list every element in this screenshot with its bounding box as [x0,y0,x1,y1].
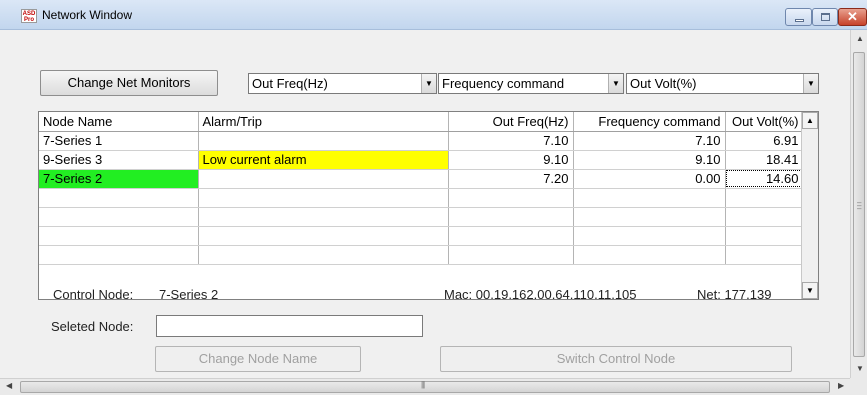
table-header-row: Node Name Alarm/Trip Out Freq(Hz) Freque… [39,112,804,132]
client-area: Change Net Monitors Out Freq(Hz) ▼ Frequ… [8,30,850,378]
close-button[interactable]: ✕ [838,8,867,26]
empty-cell[interactable] [39,188,199,208]
grip-icon: ||| [421,380,425,389]
chevron-down-icon[interactable]: ▼ [421,74,436,93]
close-icon: ✕ [847,9,858,24]
cell-out-freq[interactable]: 9.10 [448,150,574,170]
net-address: Net: 177.139 [697,287,772,302]
empty-cell[interactable] [573,245,726,265]
table-row[interactable] [39,207,804,227]
empty-cell[interactable] [198,188,449,208]
switch-control-node-button[interactable]: Switch Control Node [440,346,792,372]
cell-alarm[interactable] [198,169,449,189]
cell-alarm[interactable] [198,131,449,151]
up-arrow-icon[interactable]: ▲ [856,34,864,43]
empty-cell[interactable] [573,207,726,227]
monitor-select-1[interactable]: Out Freq(Hz) ▼ [248,73,437,94]
empty-cell[interactable] [725,226,804,246]
empty-cell[interactable] [573,226,726,246]
table-row[interactable] [39,245,804,265]
column-header-frequency-command[interactable]: Frequency command [573,112,726,132]
column-header-alarm-trip[interactable]: Alarm/Trip [198,112,449,132]
empty-cell[interactable] [725,245,804,265]
network-window: ASD Pro Network Window ✕ Change Net Monit… [0,0,867,408]
window-horizontal-scrollbar[interactable]: ◀ ||| ▶ [0,378,850,395]
table-row[interactable]: 9-Series 3 Low current alarm 9.10 9.10 1… [39,150,804,170]
cell-out-volt[interactable]: 14.60 [725,169,804,189]
column-header-out-freq[interactable]: Out Freq(Hz) [448,112,574,132]
column-header-node-name[interactable]: Node Name [39,112,199,132]
empty-cell[interactable] [448,245,574,265]
selected-node-input[interactable] [156,315,423,337]
maximize-button[interactable] [812,8,838,26]
down-arrow-icon[interactable]: ▼ [856,364,864,373]
scrollbar-thumb[interactable]: ||| [20,380,830,393]
column-header-out-volt[interactable]: Out Volt(%) [725,112,804,132]
empty-cell[interactable] [198,226,449,246]
grid-vertical-scrollbar[interactable]: ▲ ▼ [801,112,818,299]
minimize-button[interactable] [785,8,812,26]
cell-freq-command[interactable]: 7.10 [573,131,726,151]
cell-alarm[interactable]: Low current alarm [198,150,449,170]
minimize-icon [795,19,804,22]
cell-out-volt[interactable]: 18.41 [725,150,804,170]
empty-cell[interactable] [448,226,574,246]
control-node-value: 7-Series 2 [159,287,219,302]
control-node-label: Control Node: [53,287,134,302]
scrollbar-thumb[interactable]: – – – [853,52,865,357]
monitor-select-3[interactable]: Out Volt(%) ▼ [626,73,819,94]
monitor-select-2-value: Frequency command [442,76,565,91]
chevron-down-icon[interactable]: ▼ [803,74,818,93]
app-icon: ASD Pro [21,9,37,23]
empty-cell[interactable] [448,188,574,208]
cell-out-freq[interactable]: 7.10 [448,131,574,151]
empty-cell[interactable] [573,188,726,208]
node-grid[interactable]: Node Name Alarm/Trip Out Freq(Hz) Freque… [38,111,819,300]
empty-cell[interactable] [39,207,199,227]
empty-cell[interactable] [39,245,199,265]
window-vertical-scrollbar[interactable]: ▲ – – – ▼ [850,30,867,378]
monitor-select-3-value: Out Volt(%) [630,76,697,91]
cell-node-name[interactable]: 9-Series 3 [39,150,199,170]
table-row[interactable]: 7-Series 2 7.20 0.00 14.60 [39,169,804,189]
change-net-monitors-button[interactable]: Change Net Monitors [40,70,218,96]
title-bar[interactable]: ASD Pro Network Window ✕ [0,0,867,30]
empty-cell[interactable] [198,245,449,265]
grip-icon: – – – [857,198,862,213]
window-bottom-edge [0,395,867,408]
table-row[interactable] [39,188,804,208]
table-row[interactable] [39,226,804,246]
chevron-down-icon[interactable]: ▼ [608,74,623,93]
empty-cell[interactable] [448,207,574,227]
window-title: Network Window [42,8,133,22]
cell-node-name[interactable]: 7-Series 1 [39,131,199,151]
table-row[interactable]: 7-Series 1 7.10 7.10 6.91 [39,131,804,151]
empty-cell[interactable] [39,226,199,246]
cell-out-freq[interactable]: 7.20 [448,169,574,189]
mac-address: Mac: 00.19.162.00.64.110.11.105 [444,287,637,302]
maximize-icon [821,13,830,21]
selected-node-label: Seleted Node: [51,319,134,334]
scrollbar-corner [850,378,867,395]
empty-cell[interactable] [725,207,804,227]
left-arrow-icon[interactable]: ◀ [6,381,12,390]
down-arrow-icon[interactable]: ▼ [802,282,818,299]
cell-freq-command[interactable]: 0.00 [573,169,726,189]
up-arrow-icon[interactable]: ▲ [802,112,818,129]
cell-freq-command[interactable]: 9.10 [573,150,726,170]
right-arrow-icon[interactable]: ▶ [838,381,844,390]
node-table: Node Name Alarm/Trip Out Freq(Hz) Freque… [39,112,804,265]
monitor-select-2[interactable]: Frequency command ▼ [438,73,624,94]
monitor-select-1-value: Out Freq(Hz) [252,76,328,91]
empty-cell[interactable] [198,207,449,227]
cell-out-volt[interactable]: 6.91 [725,131,804,151]
cell-node-name[interactable]: 7-Series 2 [39,169,199,189]
empty-cell[interactable] [725,188,804,208]
change-node-name-button[interactable]: Change Node Name [155,346,361,372]
